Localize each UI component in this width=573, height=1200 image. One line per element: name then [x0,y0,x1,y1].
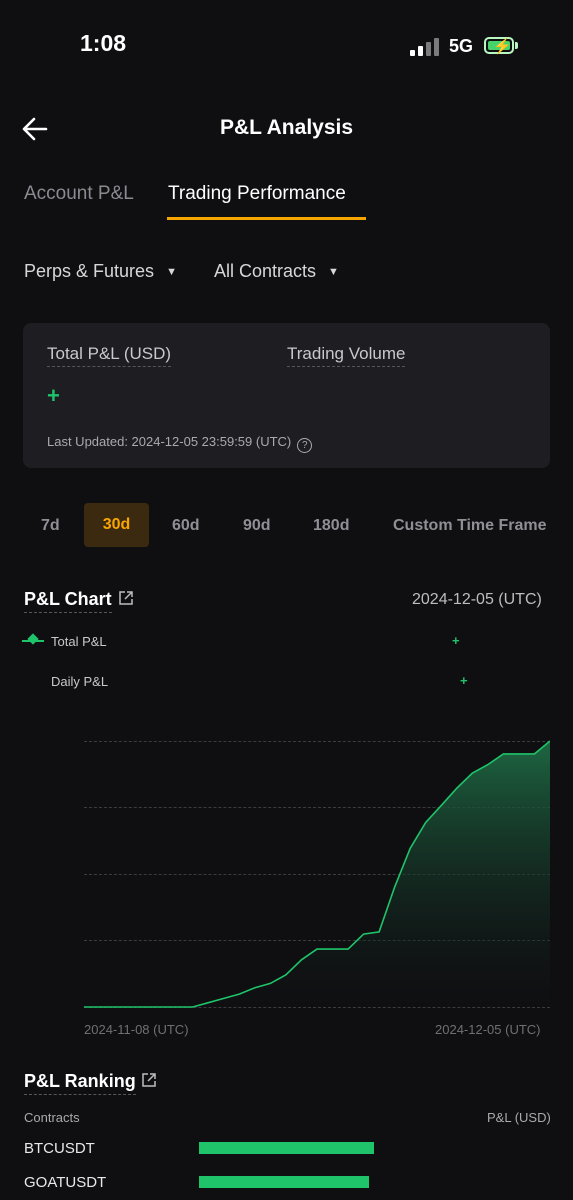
help-icon[interactable]: ? [297,438,313,453]
ranking-col-pnl: P&L (USD) [487,1110,551,1125]
legend-total-pnl: Total P&L [51,634,107,649]
battery-cap [515,42,518,49]
pnl-area-chart[interactable] [84,730,550,1015]
tab-trading-performance[interactable]: Trading Performance [168,183,346,205]
ranking-row-bar [199,1176,369,1188]
range-30d[interactable]: 30d [84,503,149,547]
ranking-row-name[interactable]: BTCUSDT [24,1140,95,1157]
chart-date: 2024-12-05 (UTC) [412,591,542,608]
last-updated-label: Last Updated: 2024-12-05 23:59:59 (UTC) [47,434,292,449]
ranking-col-contracts: Contracts [24,1110,80,1125]
x-axis-end-label: 2024-12-05 (UTC) [435,1022,541,1037]
external-link-icon[interactable] [141,1072,157,1088]
range-7d[interactable]: 7d [41,517,60,535]
pnl-ranking-title: P&L Ranking [24,1071,136,1095]
contracts-filter-label: All Contracts [214,261,317,281]
last-updated-text: Last Updated: 2024-12-05 23:59:59 (UTC)? [47,434,313,453]
legend-total-pnl-sign: + [452,633,460,648]
legend-daily-pnl: Daily P&L [51,674,109,689]
range-180d[interactable]: 180d [313,517,349,535]
ranking-row-name[interactable]: GOATUSDT [24,1174,106,1191]
network-type: 5G [449,36,474,56]
legend-daily-pnl-sign: + [460,673,468,688]
caret-down-icon: ▼ [328,266,339,278]
external-link-icon[interactable] [118,590,134,606]
battery-charging-icon: ⚡ [484,37,514,55]
pnl-area-fill [84,741,550,1007]
caret-down-icon: ▼ [166,266,177,278]
page-title: P&L Analysis [219,116,354,139]
tab-account-pnl[interactable]: Account P&L [24,183,134,205]
contracts-filter-dropdown[interactable]: All Contracts ▼ [214,261,339,282]
range-60d[interactable]: 60d [172,517,200,535]
cellular-signal-icon [410,38,440,56]
active-tab-indicator [167,217,366,220]
total-pnl-legend-marker [27,633,39,645]
range-90d[interactable]: 90d [243,517,271,535]
total-pnl-sign: + [47,383,60,408]
pnl-chart-title: P&L Chart [24,589,112,613]
x-axis-start-label: 2024-11-08 (UTC) [84,1022,189,1037]
total-pnl-label[interactable]: Total P&L (USD) [47,344,172,367]
status-time: 1:08 [80,30,127,56]
ranking-row-bar [199,1142,374,1154]
range-custom[interactable]: Custom Time Frame [393,517,547,535]
trading-volume-label[interactable]: Trading Volume [287,344,406,367]
product-filter-label: Perps & Futures [24,261,155,281]
product-filter-dropdown[interactable]: Perps & Futures ▼ [24,261,177,282]
